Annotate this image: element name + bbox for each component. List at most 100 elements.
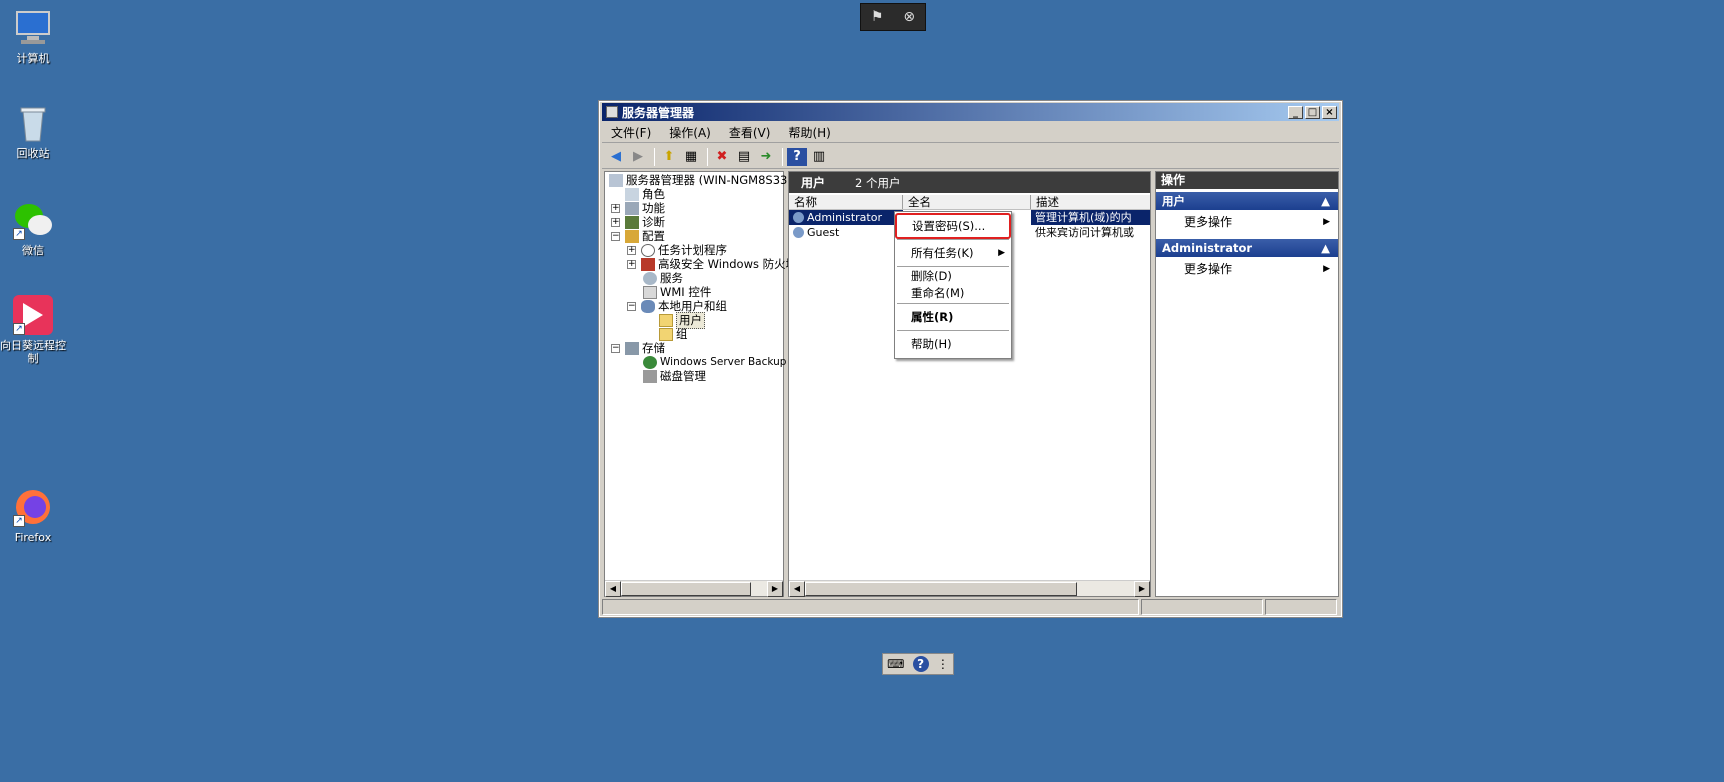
user-description-cell: 供来宾访问计算机或 bbox=[1035, 226, 1134, 239]
scroll-right-icon[interactable]: ▶ bbox=[767, 580, 783, 597]
server-manager-icon bbox=[606, 106, 618, 118]
status-panel bbox=[1265, 599, 1337, 615]
console-tree: 服务器管理器 (WIN-NGM8S332OV 角色 + 功能 + 诊断 − 配置… bbox=[604, 171, 811, 597]
export-icon[interactable]: ➜ bbox=[756, 148, 776, 166]
tree-item-label: Windows Server Backup bbox=[660, 356, 787, 368]
column-header-name[interactable]: 名称 bbox=[789, 195, 903, 209]
pin-icon[interactable]: ⚑ bbox=[871, 9, 884, 25]
delete-icon[interactable]: ✖ bbox=[712, 148, 732, 166]
expand-icon[interactable]: + bbox=[611, 218, 620, 227]
language-bar: ⌨ ? ⋮ bbox=[882, 653, 954, 675]
user-name-cell: Guest bbox=[789, 225, 903, 240]
up-folder-icon[interactable]: ⬆ bbox=[659, 148, 679, 166]
help-icon[interactable]: ? bbox=[912, 656, 929, 672]
expand-icon[interactable]: + bbox=[611, 204, 620, 213]
menu-file[interactable]: 文件(F) bbox=[602, 124, 660, 141]
show-action-pane-icon[interactable]: ▥ bbox=[809, 148, 829, 166]
services-icon bbox=[643, 272, 657, 285]
backup-icon bbox=[643, 356, 657, 369]
desktop-icon-recycle-bin[interactable]: 回收站 bbox=[0, 103, 66, 160]
scroll-left-icon[interactable]: ◀ bbox=[789, 580, 805, 597]
tree-item-label: 诊断 bbox=[642, 215, 665, 229]
collapse-icon[interactable]: − bbox=[611, 344, 620, 353]
tree-item-label: 配置 bbox=[642, 229, 665, 243]
configuration-icon bbox=[625, 230, 639, 243]
menu-item-set-password[interactable]: 设置密码(S)... bbox=[895, 213, 1011, 239]
desktop-icon-wechat[interactable]: ↗ 微信 bbox=[0, 200, 66, 257]
collapse-up-icon[interactable]: ▲ bbox=[1321, 192, 1330, 210]
server-manager-window: 服务器管理器 _ □ × 文件(F) 操作(A) 查看(V) 帮助(H) ◀ ▶… bbox=[598, 100, 1343, 618]
scroll-left-icon[interactable]: ◀ bbox=[605, 580, 621, 597]
maximize-button[interactable]: □ bbox=[1305, 105, 1320, 119]
minimize-button[interactable]: _ bbox=[1288, 105, 1303, 119]
tree-item-disk-management[interactable]: 磁盘管理 bbox=[643, 369, 706, 384]
collapse-icon[interactable]: − bbox=[611, 232, 620, 241]
action-label: 更多操作 bbox=[1184, 262, 1233, 276]
desktop-icon-firefox[interactable]: ↗ Firefox bbox=[0, 487, 66, 544]
more-actions-item[interactable]: 更多操作 ▶ bbox=[1156, 210, 1338, 234]
column-header-description[interactable]: 描述 bbox=[1031, 195, 1150, 209]
tree-item-task-scheduler[interactable]: + 任务计划程序 bbox=[627, 243, 727, 258]
scrollbar-thumb[interactable] bbox=[805, 581, 1077, 596]
collapse-icon[interactable]: − bbox=[627, 302, 636, 311]
tree-item-wmi-control[interactable]: WMI 控件 bbox=[643, 285, 711, 300]
shortcut-arrow-icon: ↗ bbox=[13, 228, 25, 240]
more-actions-item[interactable]: 更多操作 ▶ bbox=[1156, 257, 1338, 281]
tree-item-label: 组 bbox=[676, 327, 688, 341]
menu-item-delete[interactable]: 删除(D) bbox=[895, 268, 1011, 285]
tree-item-roles[interactable]: 角色 bbox=[625, 187, 665, 202]
users-group-icon bbox=[641, 300, 655, 313]
scrollbar-thumb[interactable] bbox=[621, 581, 751, 596]
tree-item-firewall[interactable]: + 高级安全 Windows 防火墙 bbox=[627, 257, 797, 272]
tree-item-configuration[interactable]: − 配置 bbox=[611, 229, 665, 244]
tree-item-users[interactable]: 用户 bbox=[659, 312, 705, 329]
menu-item-all-tasks[interactable]: 所有任务(K) ▶ bbox=[895, 241, 1011, 265]
menu-item-rename[interactable]: 重命名(M) bbox=[895, 285, 1011, 302]
tree-item-label: 服务 bbox=[660, 271, 683, 285]
close-circle-icon[interactable]: ⊗ bbox=[903, 9, 915, 25]
desktop-icon-computer[interactable]: 计算机 bbox=[0, 8, 66, 65]
storage-icon bbox=[625, 342, 639, 355]
tree-item-storage[interactable]: − 存储 bbox=[611, 341, 665, 356]
folder-icon bbox=[659, 314, 673, 327]
collapse-up-icon[interactable]: ▲ bbox=[1321, 239, 1330, 257]
scroll-right-icon[interactable]: ▶ bbox=[1134, 580, 1150, 597]
features-icon bbox=[625, 202, 639, 215]
tree-item-server-manager[interactable]: 服务器管理器 (WIN-NGM8S332OV bbox=[609, 173, 811, 188]
actions-section-administrator[interactable]: Administrator ▲ bbox=[1156, 239, 1338, 257]
context-menu: 设置密码(S)... 所有任务(K) ▶ 删除(D) 重命名(M) 属性(R) … bbox=[894, 211, 1012, 359]
menu-icon[interactable]: ⋮ bbox=[937, 657, 949, 671]
expand-icon[interactable]: + bbox=[627, 246, 636, 255]
tree-item-diagnostics[interactable]: + 诊断 bbox=[611, 215, 665, 230]
forward-icon[interactable]: ▶ bbox=[628, 148, 648, 166]
tree-horizontal-scrollbar[interactable]: ◀ ▶ bbox=[605, 580, 783, 597]
menu-view[interactable]: 查看(V) bbox=[720, 124, 780, 141]
show-hide-tree-icon[interactable]: ▦ bbox=[681, 148, 701, 166]
menu-separator bbox=[897, 266, 1009, 267]
properties-icon[interactable]: ▤ bbox=[734, 148, 754, 166]
desktop-icon-sunlogin[interactable]: ↗ 向日葵远程控制 bbox=[0, 295, 66, 365]
list-horizontal-scrollbar[interactable]: ◀ ▶ bbox=[789, 580, 1150, 597]
back-icon[interactable]: ◀ bbox=[606, 148, 626, 166]
tree-item-services[interactable]: 服务 bbox=[643, 271, 683, 286]
tree-item-features[interactable]: + 功能 bbox=[611, 201, 665, 216]
menu-action[interactable]: 操作(A) bbox=[660, 124, 720, 141]
tree-item-windows-server-backup[interactable]: Windows Server Backup bbox=[643, 355, 786, 370]
close-button[interactable]: × bbox=[1322, 105, 1337, 119]
column-headers: 名称 全名 描述 bbox=[789, 195, 1150, 210]
menu-item-help[interactable]: 帮助(H) bbox=[895, 332, 1011, 356]
keyboard-icon[interactable]: ⌨ bbox=[887, 657, 904, 671]
window-titlebar[interactable]: 服务器管理器 _ □ × bbox=[602, 103, 1339, 121]
expand-icon[interactable]: + bbox=[627, 260, 636, 269]
tree-item-label: 高级安全 Windows 防火墙 bbox=[658, 257, 798, 271]
column-header-full-name[interactable]: 全名 bbox=[903, 195, 1031, 209]
list-header-bar: 用户 2 个用户 bbox=[789, 172, 1150, 193]
user-name: Administrator bbox=[807, 211, 882, 224]
tree-item-groups[interactable]: 组 bbox=[659, 327, 688, 342]
user-icon bbox=[793, 212, 804, 223]
menu-item-properties[interactable]: 属性(R) bbox=[895, 305, 1011, 329]
actions-section-users[interactable]: 用户 ▲ bbox=[1156, 192, 1338, 210]
help-icon[interactable]: ? bbox=[787, 147, 807, 166]
tree-item-label: WMI 控件 bbox=[660, 285, 712, 299]
menu-help[interactable]: 帮助(H) bbox=[779, 124, 839, 141]
